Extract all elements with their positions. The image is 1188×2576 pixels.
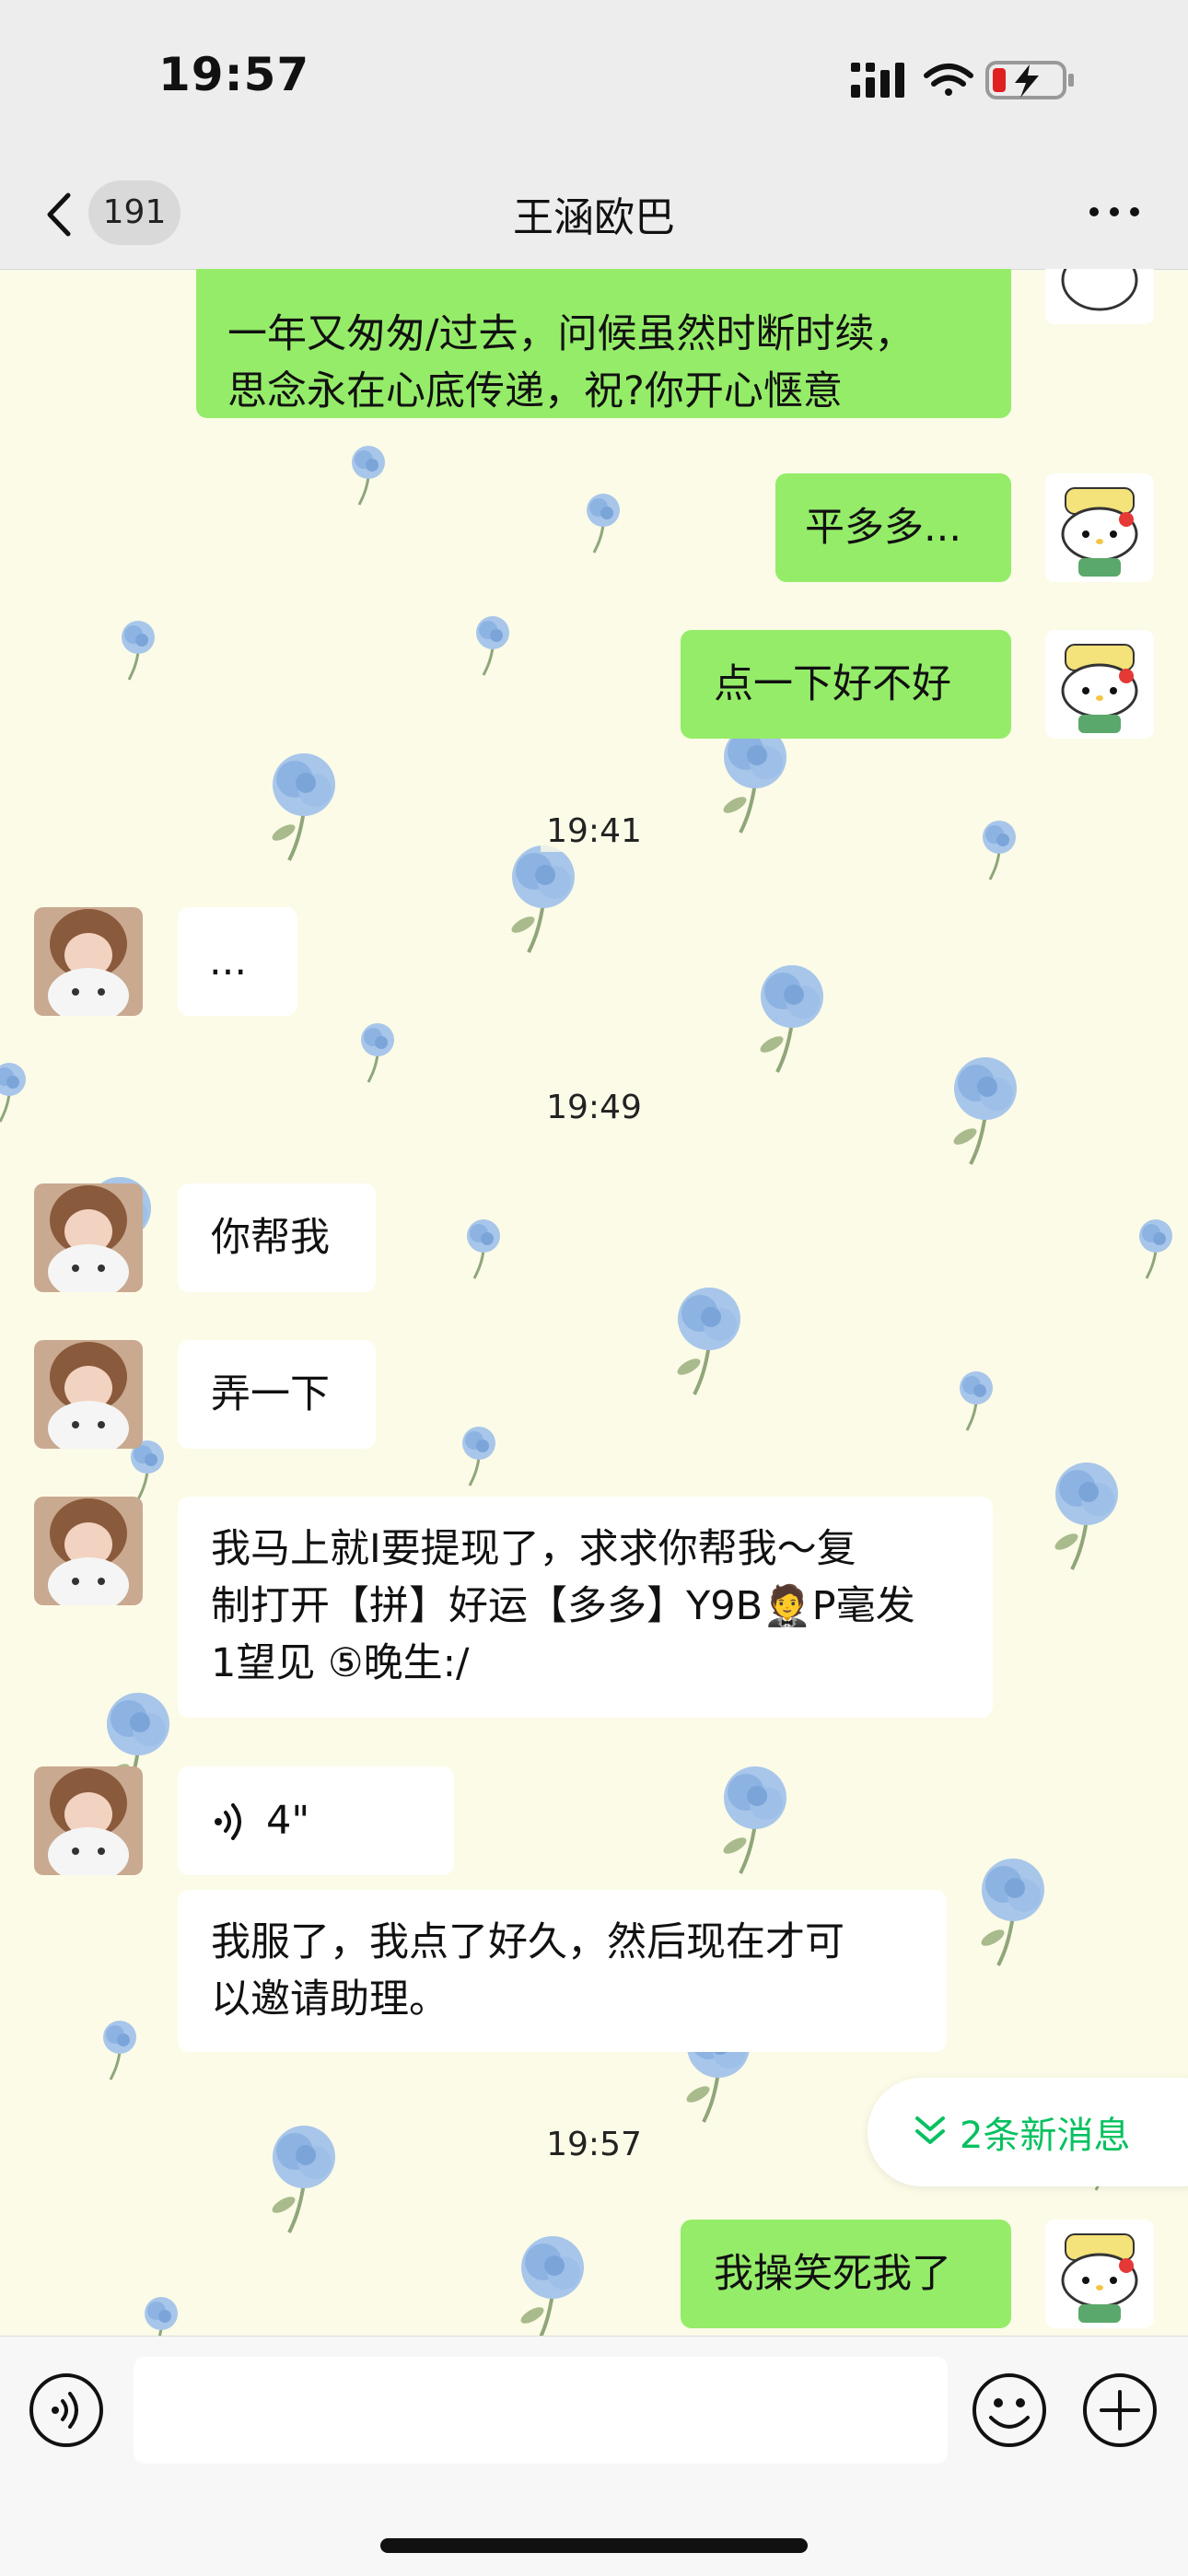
status-bar: 19:57 (0, 0, 1188, 157)
voice-wave-icon (215, 1803, 241, 1840)
girl-with-plush-avatar-icon (34, 1183, 143, 1292)
status-icons (851, 61, 1074, 99)
wifi-icon (924, 64, 973, 96)
message-bubble[interactable]: 你帮我 (178, 1183, 376, 1292)
home-indicator[interactable] (380, 2538, 808, 2553)
message-bubble[interactable]: 点一下好不好 (681, 630, 1011, 739)
contact-avatar[interactable] (34, 907, 143, 1016)
cellular-signal-icon (851, 63, 904, 98)
contact-avatar[interactable] (34, 1766, 143, 1875)
message-bubble[interactable]: ... (178, 907, 297, 1016)
message-bubble[interactable]: 我马上就I要提现了，求求你帮我～复 制打开【拼】好运【多多】Y9B🤵P毫发 1望… (178, 1497, 993, 1718)
girl-with-plush-avatar-icon (34, 1340, 143, 1449)
chat-title: 王涵欧巴 (513, 194, 675, 241)
emoji-icon[interactable] (965, 2366, 1054, 2454)
my-avatar[interactable] (1045, 2220, 1154, 2328)
contact-avatar[interactable] (34, 1497, 143, 1605)
girl-with-plush-avatar-icon (34, 907, 143, 1016)
new-messages-label: 2条新消息 (960, 2115, 1131, 2157)
clipped-message-area: 一年又匆匆/过去，问候虽然时断时续， 思念永在心底传递，祝?你开心惬意 (0, 269, 1188, 435)
hello-kitty-avatar-icon (1045, 630, 1154, 739)
message-input[interactable] (134, 2357, 948, 2464)
battery-charging-icon (985, 61, 1074, 99)
my-avatar[interactable] (1045, 630, 1154, 739)
hello-kitty-avatar-icon (1045, 473, 1154, 582)
message-bubble[interactable]: 弄一下 (178, 1340, 376, 1449)
contact-avatar[interactable] (34, 1340, 143, 1449)
my-avatar[interactable] (1045, 269, 1154, 324)
chat-header: 191 王涵欧巴 (0, 157, 1188, 270)
timestamp: 19:41 (0, 810, 1188, 852)
message-bubble[interactable]: 我服了，我点了好久，然后现在才可 以邀请助理。 (178, 1890, 947, 2052)
girl-with-plush-avatar-icon (34, 1497, 143, 1605)
my-avatar[interactable] (1045, 473, 1154, 582)
contact-avatar[interactable] (34, 1183, 143, 1292)
message-bubble[interactable]: 平多多... (775, 473, 1011, 582)
status-time: 19:57 (158, 48, 310, 101)
plus-icon[interactable] (1076, 2366, 1164, 2454)
voice-message-bubble[interactable]: 4" (178, 1766, 454, 1875)
timestamp: 19:49 (0, 1087, 1188, 1128)
hello-kitty-avatar-icon (1045, 2220, 1154, 2328)
double-chevron-down-icon (915, 2116, 945, 2144)
girl-with-plush-avatar-icon (34, 1766, 143, 1875)
ellipsis-icon[interactable] (1087, 193, 1142, 230)
message-bubble[interactable]: 我操笑死我了 (681, 2220, 1011, 2328)
new-messages-button[interactable]: 2条新消息 (868, 2078, 1188, 2186)
message-bubble[interactable]: 一年又匆匆/过去，问候虽然时断时续， 思念永在心底传递，祝?你开心惬意 (196, 269, 1011, 418)
voice-icon[interactable] (22, 2366, 111, 2454)
voice-duration: 4" (266, 1798, 310, 1844)
